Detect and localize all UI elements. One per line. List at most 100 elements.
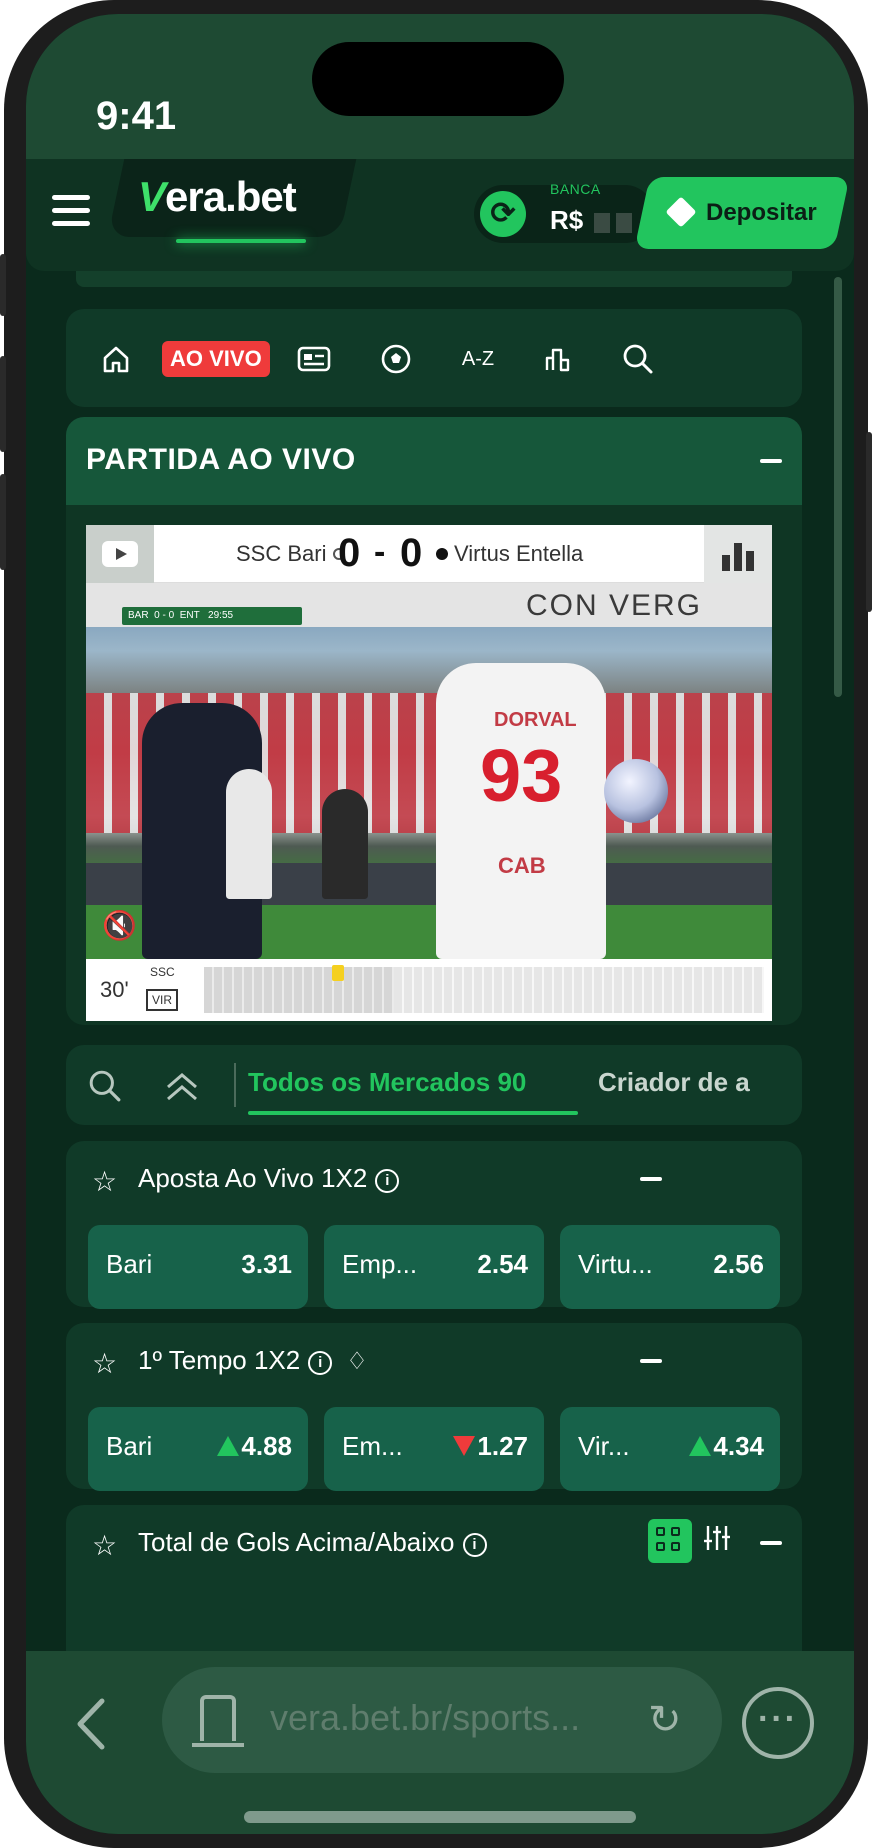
- section-title: PARTIDA AO VIVO: [86, 443, 356, 476]
- main-content: AO VIVO A-Z PARTIDA AO VIVO SSC Bari 0 -…: [26, 271, 854, 1651]
- away-score: 0: [400, 531, 423, 575]
- score-separator: -: [374, 533, 386, 571]
- collapse-icon[interactable]: [640, 1177, 662, 1181]
- more-options-icon[interactable]: ···: [742, 1687, 814, 1759]
- collapse-all-icon[interactable]: [164, 1065, 200, 1111]
- favorite-star-icon[interactable]: ☆: [92, 1165, 117, 1198]
- sports-navbar: AO VIVO A-Z: [66, 309, 802, 407]
- currency-symbol: R$: [550, 205, 584, 235]
- collapse-icon[interactable]: [760, 459, 782, 463]
- scoreboard: SSC Bari 0 - 0 Virtus Entella: [86, 525, 772, 583]
- grid-view-icon[interactable]: [648, 1519, 692, 1563]
- away-team: Virtus Entella: [436, 541, 583, 567]
- odds-name: Virtu...: [578, 1249, 653, 1279]
- deposit-text: Depositar: [706, 199, 817, 226]
- odds-value: 1.27: [453, 1431, 528, 1462]
- soccer-ball-icon[interactable]: [376, 339, 416, 379]
- video-player[interactable]: SSC Bari 0 - 0 Virtus Entella CON VERG B…: [86, 525, 772, 1021]
- odds-name: Bari: [106, 1431, 153, 1461]
- odds-button[interactable]: Bari 3.31: [88, 1225, 308, 1309]
- football: [604, 759, 668, 823]
- info-icon[interactable]: i: [308, 1351, 333, 1375]
- market-card: ☆ 1º Tempo 1X2 i ♢ Bari 4.88 Em... 1.27 Vi…: [66, 1323, 802, 1491]
- odds-up-icon: [217, 1436, 240, 1456]
- refresh-balance-icon[interactable]: ⟳: [480, 191, 526, 237]
- favorite-star-icon[interactable]: ☆: [92, 1529, 117, 1562]
- favorite-star-icon[interactable]: ☆: [92, 1347, 117, 1380]
- mute-icon[interactable]: 🔇: [102, 909, 137, 942]
- player-number: 93: [480, 734, 563, 817]
- odds-value: 4.34: [689, 1431, 764, 1462]
- timeline-home-label: SSC: [150, 965, 175, 979]
- page-icon-base: [192, 1743, 244, 1747]
- collapse-icon[interactable]: [640, 1359, 662, 1363]
- player-name: DORVAL: [494, 709, 577, 731]
- a-z-icon[interactable]: A-Z: [456, 339, 500, 379]
- live-match-header[interactable]: PARTIDA AO VIVO: [66, 417, 802, 505]
- url-text: vera.bet.br/sports...: [270, 1697, 581, 1738]
- menu-icon[interactable]: [52, 195, 90, 229]
- market-title: Total de Gols Acima/Abaixo i: [138, 1527, 487, 1558]
- logo[interactable]: Vera.bet: [138, 173, 297, 221]
- match-timeline[interactable]: 30' SSC VIR: [86, 959, 772, 1021]
- logo-text: era.bet: [165, 173, 297, 220]
- ticket-icon[interactable]: [294, 339, 334, 379]
- tab-bet-builder[interactable]: Criador de a: [598, 1067, 750, 1098]
- diamond-icon: ♢: [346, 1348, 368, 1375]
- search-icon[interactable]: [618, 339, 658, 379]
- filter-sliders-icon[interactable]: [702, 1523, 732, 1560]
- market-title: 1º Tempo 1X2 i ♢: [138, 1345, 368, 1375]
- scrollbar[interactable]: [834, 277, 842, 697]
- live-video-card: SSC Bari 0 - 0 Virtus Entella CON VERG B…: [66, 505, 802, 1025]
- hidden-balance-digit: [616, 213, 632, 233]
- odds-button[interactable]: Emp... 2.54: [324, 1225, 544, 1309]
- dynamic-island: [312, 42, 564, 116]
- home-icon[interactable]: [96, 339, 136, 379]
- tab-live[interactable]: AO VIVO: [162, 341, 270, 377]
- odds-value: 3.31: [241, 1249, 292, 1279]
- odds-button[interactable]: Bari 4.88: [88, 1407, 308, 1491]
- tab-all-markets[interactable]: Todos os Mercados 90: [248, 1067, 526, 1098]
- odds-button[interactable]: Vir... 4.34: [560, 1407, 780, 1491]
- home-score: 0: [338, 531, 361, 575]
- match-minute: 30': [100, 977, 129, 1002]
- info-icon[interactable]: i: [375, 1169, 400, 1193]
- browser-toolbar: vera.bet.br/sports... ↻ ···: [26, 1651, 854, 1834]
- back-arrow-icon[interactable]: [74, 1697, 108, 1764]
- yellow-card-icon: [332, 965, 344, 981]
- timeline-away-label: VIR: [146, 989, 179, 1011]
- volume-down-button: [0, 474, 6, 570]
- address-bar[interactable]: vera.bet.br/sports... ↻: [162, 1667, 722, 1773]
- market-title: Aposta Ao Vivo 1X2 i: [138, 1163, 400, 1194]
- market-card: ☆ Aposta Ao Vivo 1X2 i Bari 3.31 Emp... 2…: [66, 1141, 802, 1309]
- match-stats-icon[interactable]: [704, 525, 772, 583]
- collapse-icon[interactable]: [760, 1541, 782, 1545]
- deposit-button-label[interactable]: Depositar: [665, 177, 817, 249]
- previous-card-peek: [76, 271, 792, 287]
- action-button: [0, 254, 6, 316]
- video-frame: CON VERG BAR 0 - 0 ENT 29:55 DORVAL 93 C…: [86, 583, 772, 959]
- play-toggle[interactable]: [86, 525, 154, 583]
- divider: [234, 1063, 236, 1107]
- stats-icon[interactable]: [538, 339, 578, 379]
- market-card: ☆ Total de Gols Acima/Abaixo i: [66, 1505, 802, 1651]
- odds-value: 2.56: [713, 1249, 764, 1279]
- volume-up-button: [0, 356, 6, 452]
- odds-value: 2.54: [477, 1249, 528, 1279]
- broadcast-scoreboard: BAR 0 - 0 ENT 29:55: [122, 607, 302, 625]
- play-icon: [102, 541, 138, 567]
- reload-icon[interactable]: ↻: [648, 1697, 682, 1743]
- page-icon: [200, 1695, 236, 1741]
- odds-button[interactable]: Virtu... 2.56: [560, 1225, 780, 1309]
- banner-text: CON VERG: [526, 589, 703, 622]
- status-bar: 9:41: [26, 14, 854, 159]
- odds-button[interactable]: Em... 1.27: [324, 1407, 544, 1491]
- odds-name: Vir...: [578, 1431, 630, 1461]
- info-icon[interactable]: i: [462, 1533, 487, 1557]
- search-markets-icon[interactable]: [88, 1065, 122, 1111]
- deposit-diamond-icon: [665, 196, 697, 228]
- jersey-sponsor: CAB: [498, 853, 546, 878]
- player-figure: [322, 789, 368, 899]
- odds-name: Emp...: [342, 1249, 418, 1279]
- markets-filter-bar: Todos os Mercados 90 Criador de a: [66, 1045, 802, 1125]
